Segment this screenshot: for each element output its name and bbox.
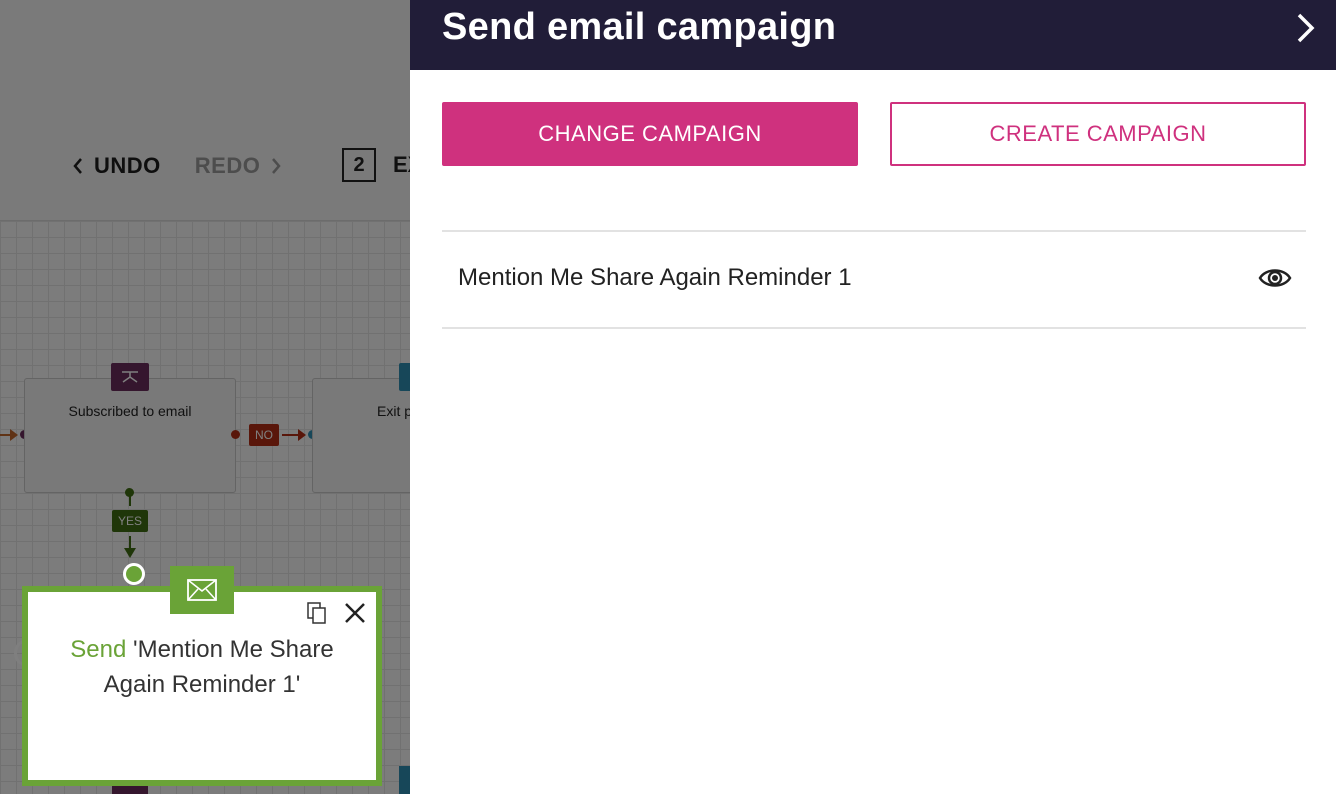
exit-label: EX [393, 152, 410, 177]
exit-node[interactable]: Exit p [312, 378, 410, 493]
redo-button[interactable]: REDO [195, 153, 283, 179]
no-tag: NO [249, 424, 279, 446]
chevron-right-icon[interactable] [1294, 12, 1318, 44]
send-word: Send [70, 636, 127, 663]
eye-icon[interactable] [1258, 264, 1292, 292]
node-title: Exit p [377, 403, 410, 419]
panel-header: Send email campaign [410, 0, 1336, 70]
exit-icon [399, 363, 410, 391]
condition-node[interactable]: Subscribed to email [24, 378, 236, 493]
close-icon[interactable] [344, 602, 366, 624]
yes-tag: YES [112, 510, 149, 532]
partial-node [399, 766, 410, 794]
chevron-right-icon [272, 158, 281, 174]
campaign-list-item[interactable]: Mention Me Share Again Reminder 1 [442, 232, 1306, 328]
canvas-toolbar: UNDO REDO 2 EX [0, 0, 410, 221]
email-input-port[interactable] [123, 563, 145, 585]
undo-label: UNDO [94, 153, 161, 178]
create-campaign-button[interactable]: CREATE CAMPAIGN [890, 102, 1306, 166]
send-email-node[interactable]: Send 'Mention Me Share Again Reminder 1' [22, 586, 382, 786]
exit-count-badge: 2 [342, 148, 376, 182]
email-node-text: Send 'Mention Me Share Again Reminder 1' [48, 632, 356, 702]
undo-button[interactable]: UNDO [72, 153, 161, 179]
redo-label: REDO [194, 153, 261, 178]
campaign-name: Mention Me Share Again Reminder 1 [458, 264, 852, 291]
divider [442, 327, 1306, 329]
undo-redo-group: UNDO REDO [72, 150, 282, 182]
split-icon [111, 363, 149, 391]
envelope-icon [187, 579, 217, 601]
email-node-badge [170, 566, 234, 614]
chevron-left-icon [73, 158, 82, 174]
change-campaign-button[interactable]: CHANGE CAMPAIGN [442, 102, 858, 166]
node-title: Subscribed to email [68, 403, 192, 419]
copy-icon[interactable] [306, 602, 328, 624]
campaign-text: 'Mention Me Share Again Reminder 1' [103, 636, 334, 698]
panel-title: Send email campaign [442, 6, 837, 48]
workflow-canvas[interactable]: UNDO REDO 2 EX Subscribed to email NO Ex… [0, 0, 410, 794]
output-port-no[interactable] [231, 430, 240, 439]
campaign-panel: Send email campaign CHANGE CAMPAIGN CREA… [410, 0, 1336, 794]
